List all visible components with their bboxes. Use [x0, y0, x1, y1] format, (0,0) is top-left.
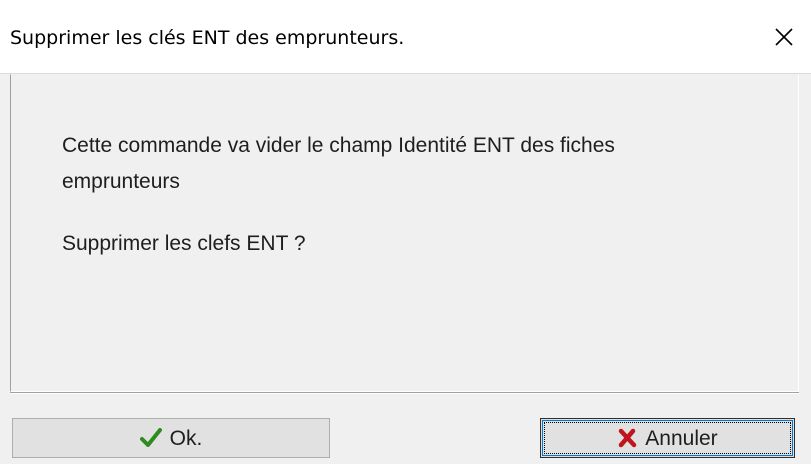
cancel-button[interactable]: Annuler — [540, 418, 795, 458]
footer-divider — [10, 392, 799, 394]
close-button[interactable] — [757, 0, 811, 74]
message-line-2: emprunteurs — [62, 170, 180, 193]
button-bar: Ok. Annuler — [0, 392, 811, 464]
ok-button[interactable]: Ok. — [12, 418, 330, 458]
window-title: Supprimer les clés ENT des emprunteurs. — [10, 27, 405, 49]
confirm-dialog: Supprimer les clés ENT des emprunteurs. … — [0, 0, 811, 464]
checkmark-icon — [139, 428, 162, 448]
confirmation-question: Supprimer les clefs ENT ? — [62, 232, 306, 255]
x-cross-icon — [617, 428, 637, 448]
message-panel: Cette commande va vider le champ Identit… — [10, 74, 799, 392]
message-line-1: Cette commande va vider le champ Identit… — [62, 134, 615, 157]
cancel-button-label: Annuler — [645, 426, 718, 450]
close-icon — [774, 27, 794, 47]
ok-button-label: Ok. — [169, 426, 203, 450]
title-bar[interactable]: Supprimer les clés ENT des emprunteurs. — [0, 0, 811, 74]
